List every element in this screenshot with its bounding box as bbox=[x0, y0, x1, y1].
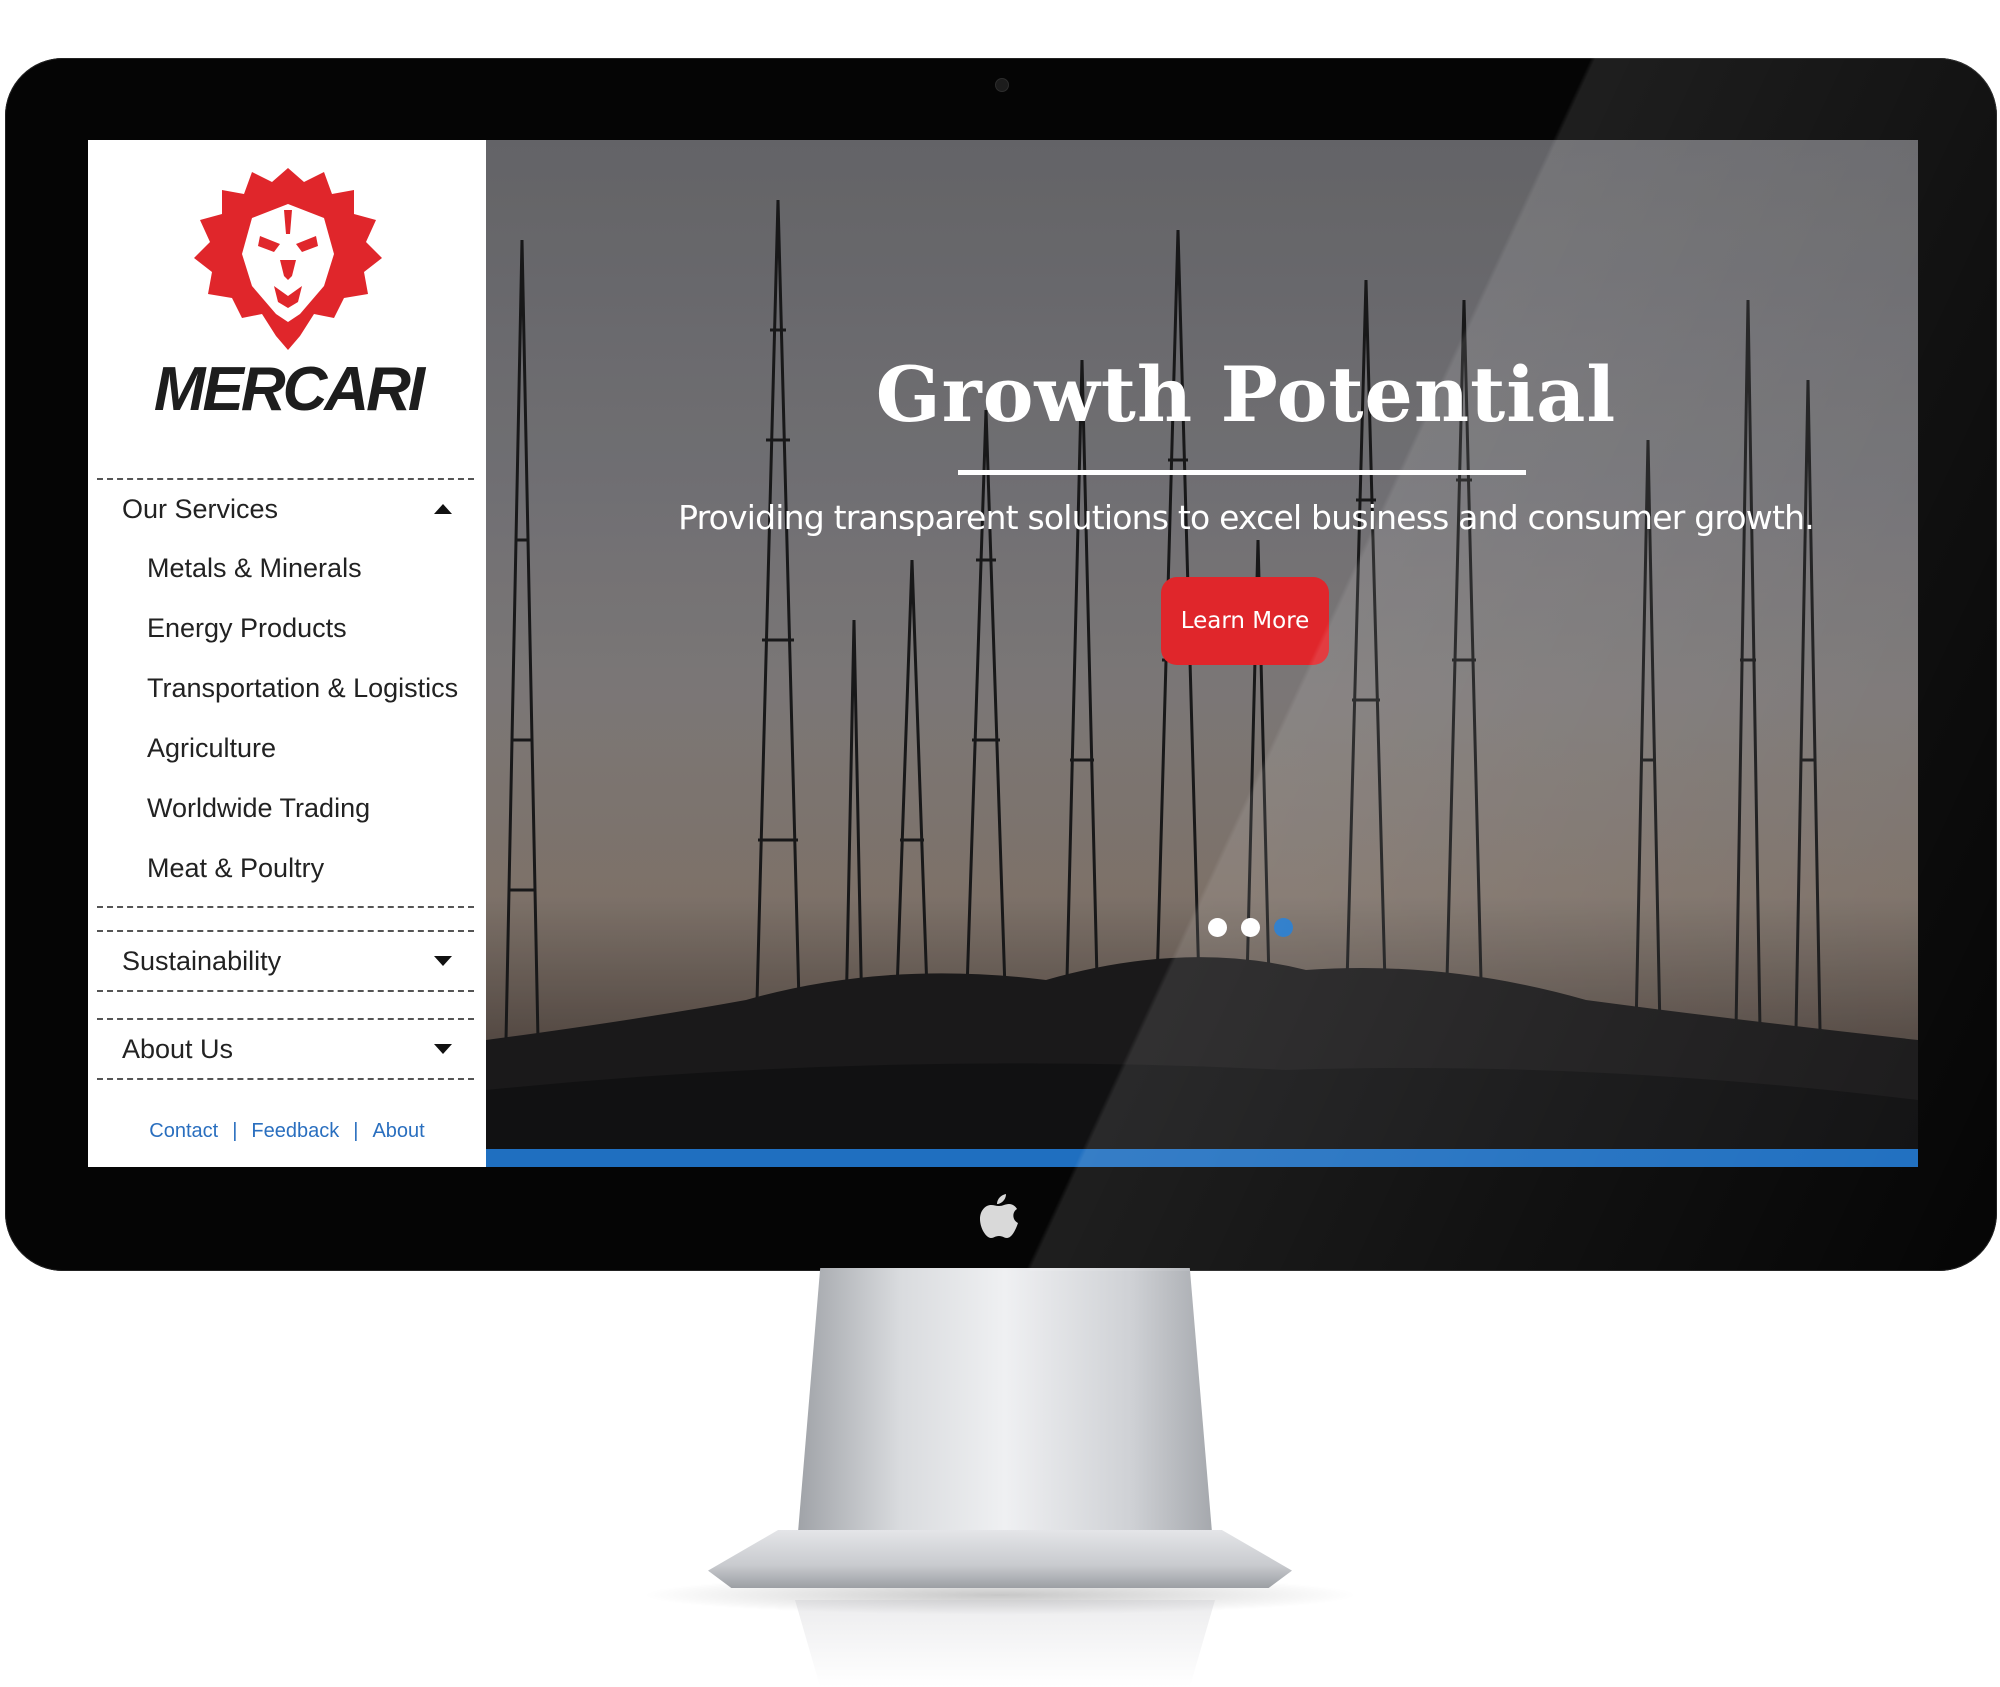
nav-sub-item[interactable]: Metals & Minerals bbox=[97, 538, 474, 598]
nav-about-us: About Us bbox=[97, 1018, 474, 1080]
camera-icon bbox=[995, 78, 1009, 92]
about-link[interactable]: About bbox=[372, 1120, 424, 1142]
lion-head-icon bbox=[194, 168, 382, 350]
brand-name: MERCARI bbox=[153, 355, 425, 424]
nav-sustainability-toggle[interactable]: Sustainability bbox=[97, 932, 474, 990]
hero-slider: Growth Potential Providing transparent s… bbox=[486, 140, 1918, 1149]
nav-sub-item[interactable]: Transportation & Logistics bbox=[97, 658, 474, 718]
apple-logo-icon bbox=[980, 1194, 1018, 1238]
hero-subtitle: Providing transparent solutions to excel… bbox=[678, 498, 1815, 537]
monitor-frame: MERCARI Our Services Metals & Minerals E… bbox=[5, 58, 1997, 1271]
link-separator: | bbox=[232, 1120, 238, 1142]
caret-down-icon bbox=[434, 956, 452, 966]
hero-title: Growth Potential bbox=[875, 350, 1617, 439]
brand-logo[interactable]: MERCARI bbox=[128, 164, 448, 421]
slider-dots bbox=[1208, 918, 1293, 937]
feedback-link[interactable]: Feedback bbox=[251, 1120, 339, 1142]
caret-up-icon bbox=[434, 504, 452, 514]
nav-sustainability: Sustainability bbox=[97, 930, 474, 992]
stand-reflection bbox=[795, 1600, 1215, 1687]
slide-dot-1[interactable] bbox=[1208, 918, 1227, 937]
hero-divider bbox=[958, 470, 1526, 475]
nav-sub-item[interactable]: Worldwide Trading bbox=[97, 778, 474, 838]
website-screen: MERCARI Our Services Metals & Minerals E… bbox=[88, 140, 1918, 1167]
nav-sub-item[interactable]: Energy Products bbox=[97, 598, 474, 658]
link-separator: | bbox=[353, 1120, 359, 1142]
hero-bottom-bar bbox=[486, 1149, 1918, 1167]
nav-our-services: Our Services Metals & Minerals Energy Pr… bbox=[97, 478, 474, 908]
nav-about-us-label: About Us bbox=[122, 1033, 234, 1064]
services-submenu: Metals & Minerals Energy Products Transp… bbox=[97, 538, 474, 906]
sidebar: MERCARI Our Services Metals & Minerals E… bbox=[88, 140, 486, 1167]
monitor-stand-base bbox=[708, 1530, 1292, 1588]
nav-sub-item[interactable]: Meat & Poultry bbox=[97, 838, 474, 898]
nav-about-us-toggle[interactable]: About Us bbox=[97, 1020, 474, 1078]
nav-sub-item[interactable]: Agriculture bbox=[97, 718, 474, 778]
footer-links: Contact | Feedback | About bbox=[88, 1120, 486, 1143]
nav-our-services-toggle[interactable]: Our Services bbox=[97, 480, 474, 538]
slide-dot-3[interactable] bbox=[1274, 918, 1293, 937]
contact-link[interactable]: Contact bbox=[149, 1120, 218, 1142]
slide-dot-2[interactable] bbox=[1241, 918, 1260, 937]
nav-sustainability-label: Sustainability bbox=[122, 945, 282, 976]
monitor-stand bbox=[795, 1268, 1215, 1568]
caret-down-icon bbox=[434, 1044, 452, 1054]
learn-more-button[interactable]: Learn More bbox=[1161, 577, 1329, 665]
nav-our-services-label: Our Services bbox=[122, 493, 279, 524]
